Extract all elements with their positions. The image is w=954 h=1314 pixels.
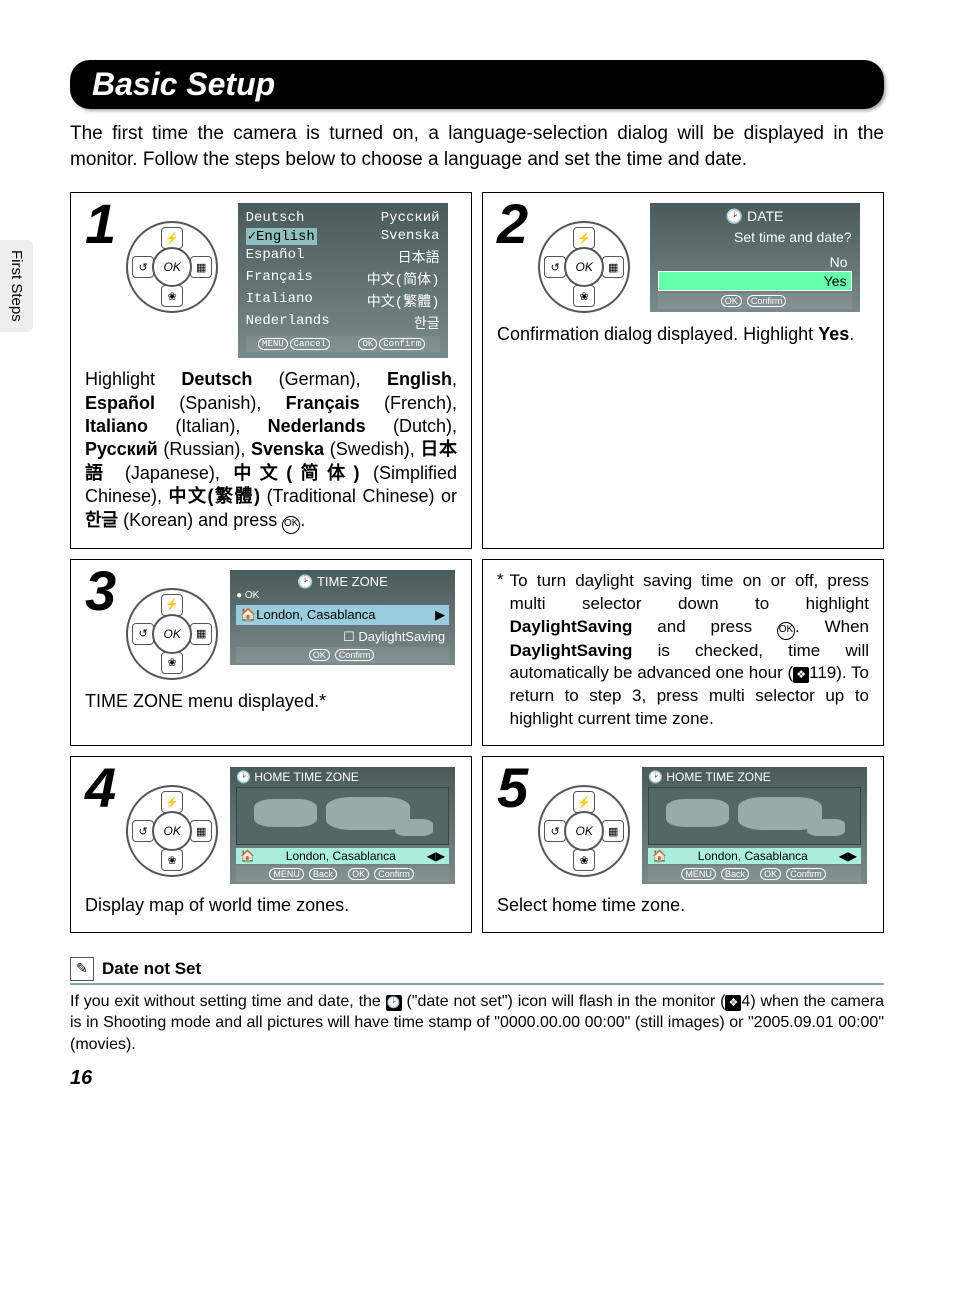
daylight-note: * To turn daylight saving time on or off… [482, 559, 884, 747]
step-number: 4 [85, 763, 116, 813]
clock-inline-icon: 🕑 [386, 995, 402, 1011]
step1-caption: Highlight Deutsch (German), English, Esp… [85, 368, 457, 533]
step4-caption: Display map of world time zones. [85, 894, 457, 917]
step-5: 5 ⚡❀↺▦ OK 🕑 HOME TIME ZONE 🏠 London, Cas… [482, 756, 884, 932]
page-title: Basic Setup [92, 66, 862, 103]
step-1: 1 ⚡❀↺▦ OK DeutschРусский ✓EnglishSvenska… [70, 192, 472, 548]
ok-center-icon: OK [152, 247, 192, 287]
page-ref-icon: ❖ [793, 667, 809, 683]
multi-selector-icon: ⚡❀↺▦ OK [126, 221, 218, 313]
step-4: 4 ⚡❀↺▦ OK 🕑 HOME TIME ZONE 🏠 London, Cas… [70, 756, 472, 932]
side-tab: First Steps [0, 240, 33, 332]
step-number: 3 [85, 566, 116, 616]
note-title: Date not Set [102, 959, 201, 979]
map-screen: 🕑 HOME TIME ZONE 🏠 London, Casablanca◀▶ … [230, 767, 455, 884]
step2-caption: Confirmation dialog displayed. Highlight… [497, 323, 869, 346]
step-number: 2 [497, 199, 528, 249]
ok-button-icon: OK [358, 338, 377, 350]
page-number: 16 [70, 1067, 884, 1090]
asterisk: * [497, 570, 504, 590]
menu-button-icon: MENU [258, 338, 288, 350]
step-3: 3 ⚡❀↺▦ OK 🕑 TIME ZONE ● OK 🏠 London, Cas… [70, 559, 472, 747]
multi-selector-icon: ⚡❀↺▦ OK [538, 785, 630, 877]
map-screen: 🕑 HOME TIME ZONE 🏠 London, Casablanca◀▶ … [642, 767, 867, 884]
note-body: If you exit without setting time and dat… [70, 991, 884, 1056]
timezone-screen: 🕑 TIME ZONE ● OK 🏠 London, Casablanca ▶ … [230, 570, 455, 665]
step5-caption: Select home time zone. [497, 894, 869, 917]
multi-selector-icon: ⚡❀↺▦ OK [538, 221, 630, 313]
ok-inline-icon: OK [282, 516, 300, 534]
title-bar: Basic Setup [70, 60, 884, 109]
step-number: 1 [85, 199, 116, 249]
intro-text: The first time the camera is turned on, … [70, 121, 884, 172]
step-number: 5 [497, 763, 528, 813]
step3-caption: TIME ZONE menu displayed.* [85, 690, 457, 713]
date-screen: 🕑 DATE Set time and date? No Yes OK Conf… [650, 203, 860, 312]
ok-inline-icon: OK [777, 622, 795, 640]
multi-selector-icon: ⚡❀↺▦ OK [126, 588, 218, 680]
step-2: 2 ⚡❀↺▦ OK 🕑 DATE Set time and date? No Y… [482, 192, 884, 548]
pencil-icon: ✎ [70, 957, 94, 981]
world-map-icon [236, 787, 449, 845]
language-screen: DeutschРусский ✓EnglishSvenska Español日本… [238, 203, 448, 358]
multi-selector-icon: ⚡❀↺▦ OK [126, 785, 218, 877]
page-ref-icon: ❖ [725, 995, 741, 1011]
world-map-icon [648, 787, 861, 845]
note-box: ✎ Date not Set If you exit without setti… [70, 957, 884, 1056]
